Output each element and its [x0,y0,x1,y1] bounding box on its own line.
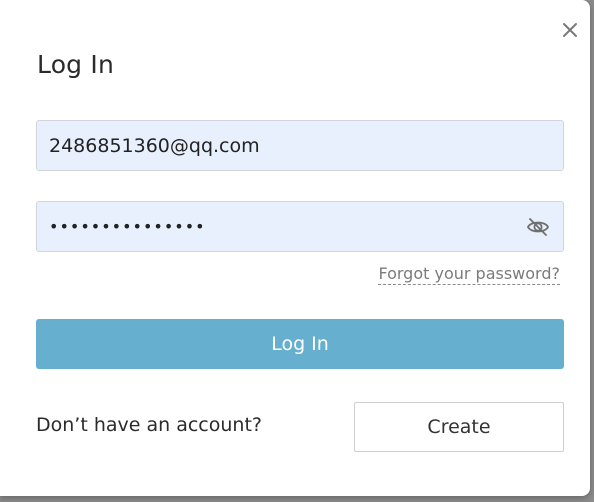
create-account-button[interactable]: Create [354,402,564,452]
password-field[interactable] [36,201,564,252]
modal-title: Log In [37,50,115,79]
forgot-password-link[interactable]: Forgot your password? [378,264,560,285]
close-icon[interactable] [560,20,580,40]
no-account-text: Don’t have an account? [36,414,262,436]
login-button[interactable]: Log In [36,319,564,369]
login-modal: Log In Forgot your password? Log In Don’… [0,0,590,496]
email-field[interactable] [36,120,564,171]
eye-off-icon[interactable] [526,215,550,239]
